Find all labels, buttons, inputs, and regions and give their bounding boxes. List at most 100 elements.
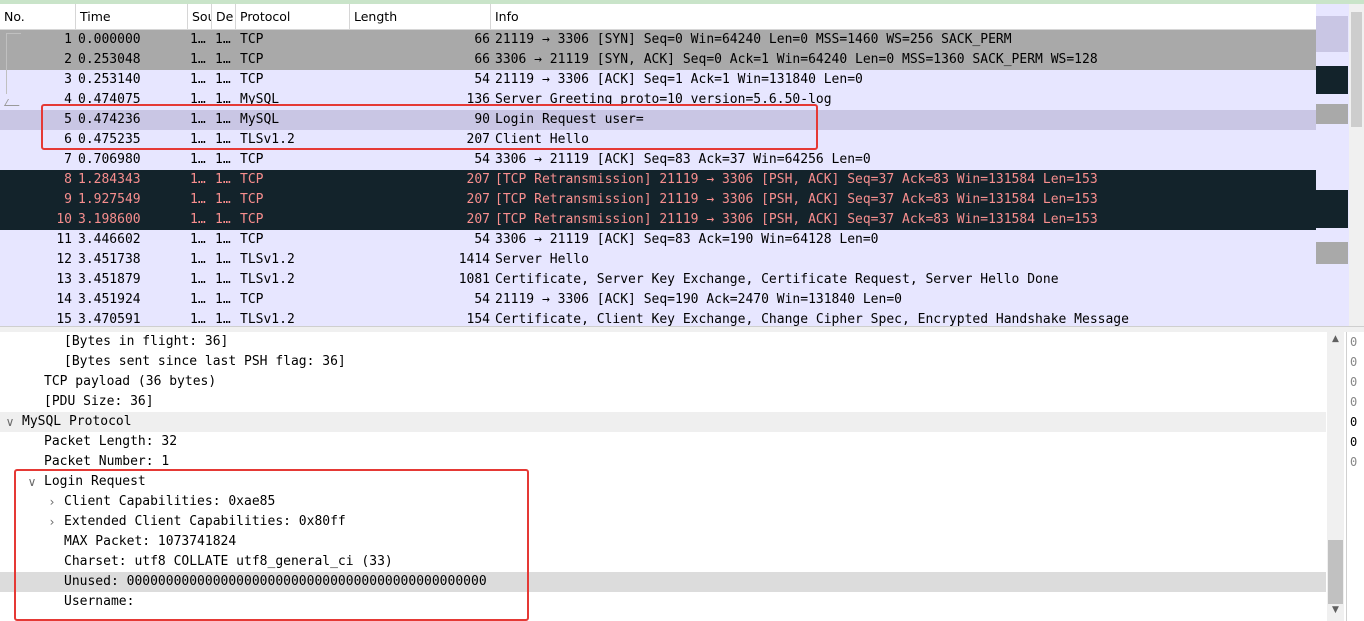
packet-length: 207 [466, 192, 490, 207]
details-scroll-thumb[interactable] [1328, 540, 1343, 604]
packet-row[interactable]: 14 3.451924 1… 1… TCP 54 21119 → 3306 [ACK] Se… [0, 290, 1316, 310]
packet-info: 21119 → 3306 [SYN] Seq=0 Win=64240 Len=0… [495, 32, 1012, 47]
detail-line[interactable]: Unused: 00000000000000000000000000000000… [0, 572, 1326, 592]
detail-text: Login Request [44, 474, 146, 489]
packet-info: 21119 → 3306 [ACK] Seq=190 Ack=2470 Win=… [495, 292, 902, 307]
detail-line[interactable]: ∨ MySQL Protocol [0, 412, 1326, 432]
packet-row[interactable]: 4 0.474075 1… 1… MySQL 136 Server Greeting pro… [0, 90, 1316, 110]
detail-text: Extended Client Capabilities: 0x80ff [64, 514, 346, 529]
detail-line[interactable]: MAX Packet: 1073741824 [0, 532, 1326, 552]
column-header-no[interactable]: No. [0, 4, 76, 29]
packet-row[interactable]: 9 1.927549 1… 1… TCP 207 [TCP Retransmission] … [0, 190, 1316, 210]
packet-source: 1… [190, 152, 206, 167]
scroll-down-icon[interactable]: ▼ [1327, 605, 1344, 619]
packet-info: Certificate, Client Key Exchange, Change… [495, 312, 1129, 326]
packet-length: 1414 [458, 252, 490, 267]
packet-list[interactable]: No. Time Sou De Protocol Length Info 10.… [0, 4, 1316, 326]
detail-text: Unused: 00000000000000000000000000000000… [64, 574, 487, 589]
detail-line[interactable]: › Extended Client Capabilities: 0x80ff [0, 512, 1326, 532]
packet-minimap[interactable] [1316, 4, 1364, 326]
detail-line[interactable]: TCP payload (36 bytes) [0, 372, 1326, 392]
packet-row[interactable]: 6 0.475235 1… 1… TLSv1.2 207 Client Hello [0, 130, 1316, 150]
minimap-segment [1316, 4, 1348, 16]
packet-protocol: TCP [240, 32, 264, 47]
packet-row[interactable]: 3 0.253140 1… 1… TCP 54 21119 → 3306 [ACK] Seq… [0, 70, 1316, 90]
detail-line[interactable]: [Bytes in flight: 36] [0, 332, 1326, 352]
packet-no: 10 [56, 212, 72, 227]
packet-destination: 1… [215, 52, 231, 67]
packet-source: 1… [190, 192, 206, 207]
detail-line[interactable]: ∨ Login Request [0, 472, 1326, 492]
expand-arrow-icon[interactable]: › [47, 512, 57, 532]
detail-text: TCP payload (36 bytes) [44, 374, 217, 389]
column-header-length[interactable]: Length [350, 4, 491, 29]
packet-info: Server Hello [495, 252, 589, 267]
detail-text: Packet Number: 1 [44, 454, 170, 469]
packet-source: 1… [190, 52, 206, 67]
packet-row[interactable]: 8 1.284343 1… 1… TCP 207 [TCP Retransmission] … [0, 170, 1316, 190]
packet-length: 54 [474, 152, 490, 167]
detail-text: MAX Packet: 1073741824 [64, 534, 237, 549]
collapse-arrow-icon[interactable]: ∨ [5, 412, 15, 432]
column-header-source[interactable]: Sou [188, 4, 212, 29]
packet-length: 136 [466, 92, 490, 107]
detail-text: [PDU Size: 36] [44, 394, 154, 409]
packet-info: 3306 → 21119 [SYN, ACK] Seq=0 Ack=1 Win=… [495, 52, 1098, 67]
bytes-line: 0 [1350, 355, 1358, 369]
minimap-segment [1316, 16, 1348, 52]
packet-row[interactable]: 12 3.451738 1… 1… TLSv1.2 1414 Server Hello [0, 250, 1316, 270]
detail-text: Username: [64, 594, 135, 609]
packet-time: 0.475235 [78, 132, 141, 147]
detail-line[interactable]: Username: [0, 592, 1326, 612]
column-header-time[interactable]: Time [76, 4, 188, 29]
packet-time: 1.284343 [78, 172, 141, 187]
packet-list-scroll-thumb[interactable] [1351, 12, 1362, 127]
packet-destination: 1… [215, 112, 231, 127]
packet-source: 1… [190, 32, 206, 47]
packet-bytes[interactable]: 0 0 0 0 0 0 0 [1346, 332, 1364, 621]
detail-text: Packet Length: 32 [44, 434, 178, 449]
column-header-protocol[interactable]: Protocol [236, 4, 350, 29]
packet-row[interactable]: 7 0.706980 1… 1… TCP 54 3306 → 21119 [ACK] Seq… [0, 150, 1316, 170]
packet-row[interactable]: 11 3.446602 1… 1… TCP 54 3306 → 21119 [ACK] Se… [0, 230, 1316, 250]
packet-time: 0.253140 [78, 72, 141, 87]
detail-line[interactable]: Packet Number: 1 [0, 452, 1326, 472]
column-header-destination[interactable]: De [212, 4, 236, 29]
packet-row[interactable]: 15 3.470591 1… 1… TLSv1.2 154 Certificate, Cli… [0, 310, 1316, 326]
packet-source: 1… [190, 232, 206, 247]
details-scrollbar[interactable]: ▲ ▼ [1327, 332, 1344, 621]
bytes-line: 0 [1350, 375, 1358, 389]
packet-length: 66 [474, 52, 490, 67]
packet-protocol: TLSv1.2 [240, 132, 295, 147]
packet-protocol: TLSv1.2 [240, 312, 295, 326]
packet-length: 54 [474, 232, 490, 247]
detail-line[interactable]: Packet Length: 32 [0, 432, 1326, 452]
packet-info: 3306 → 21119 [ACK] Seq=83 Ack=190 Win=64… [495, 232, 879, 247]
packet-row[interactable]: 5 0.474236 1… 1… MySQL 90 Login Request user= [0, 110, 1316, 130]
detail-line[interactable]: [PDU Size: 36] [0, 392, 1326, 412]
packet-destination: 1… [215, 252, 231, 267]
packet-row[interactable]: 2 0.253048 1… 1… TCP 66 3306 → 21119 [SYN, ACK… [0, 50, 1316, 70]
packet-rows: 1 0.000000 1… 1… TCP 66 21119 → 3306 [SYN] Seq… [0, 30, 1316, 326]
bytes-line: 0 [1350, 335, 1358, 349]
packet-row[interactable]: 13 3.451879 1… 1… TLSv1.2 1081 Certificate, Se… [0, 270, 1316, 290]
scroll-up-icon[interactable]: ▲ [1327, 334, 1344, 348]
packet-row[interactable]: 10 3.198600 1… 1… TCP 207 [TCP Retransmission]… [0, 210, 1316, 230]
packet-info: Certificate, Server Key Exchange, Certif… [495, 272, 1059, 287]
packet-protocol: TCP [240, 212, 264, 227]
packet-info: [TCP Retransmission] 21119 → 3306 [PSH, … [495, 172, 1098, 187]
minimap-segment [1316, 190, 1348, 228]
detail-line[interactable]: Charset: utf8 COLLATE utf8_general_ci (3… [0, 552, 1326, 572]
packet-time: 3.198600 [78, 212, 141, 227]
packet-details[interactable]: [Bytes in flight: 36] [Bytes sent since l… [0, 332, 1328, 621]
packet-source: 1… [190, 92, 206, 107]
detail-text: [Bytes sent since last PSH flag: 36] [64, 354, 346, 369]
packet-row[interactable]: 1 0.000000 1… 1… TCP 66 21119 → 3306 [SYN] Seq… [0, 30, 1316, 50]
column-header-info[interactable]: Info [491, 4, 1316, 29]
expand-arrow-icon[interactable]: › [47, 492, 57, 512]
detail-line[interactable]: › Client Capabilities: 0xae85 [0, 492, 1326, 512]
collapse-arrow-icon[interactable]: ∨ [27, 472, 37, 492]
detail-line[interactable]: [Bytes sent since last PSH flag: 36] [0, 352, 1326, 372]
packet-protocol: TCP [240, 292, 264, 307]
packet-length: 90 [474, 112, 490, 127]
